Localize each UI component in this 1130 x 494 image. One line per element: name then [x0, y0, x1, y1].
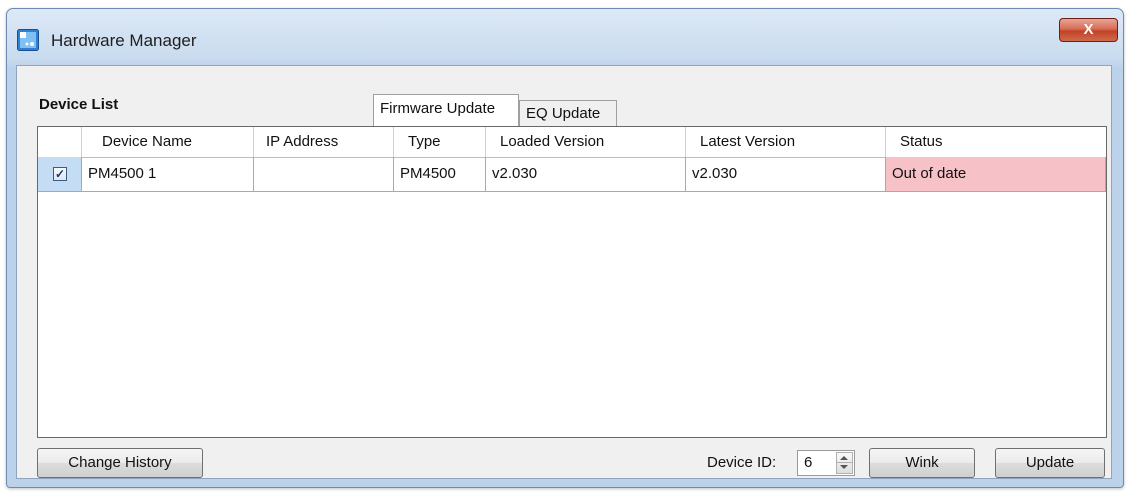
device-list-label: Device List: [39, 96, 119, 113]
table-header: Device Name IP Address Type Loaded Versi…: [38, 127, 1106, 158]
cell-type[interactable]: PM4500: [394, 157, 486, 191]
row-checkbox[interactable]: ✓: [53, 167, 67, 181]
spin-down-icon[interactable]: [840, 465, 848, 469]
device-id-label: Device ID:: [707, 454, 777, 471]
cell-loaded-version[interactable]: v2.030: [486, 157, 686, 191]
cell-status[interactable]: Out of date: [886, 157, 1106, 191]
column-header-status[interactable]: Status: [886, 127, 1106, 157]
column-header-loaded-version[interactable]: Loaded Version: [486, 127, 686, 157]
cell-device-name[interactable]: PM4500 1: [82, 157, 254, 191]
title-bar[interactable]: Hardware Manager X: [7, 9, 1123, 67]
change-history-button[interactable]: Change History: [37, 448, 203, 478]
device-id-value[interactable]: 6: [804, 454, 812, 471]
column-header-ip-address[interactable]: IP Address: [254, 127, 394, 157]
device-table[interactable]: Device Name IP Address Type Loaded Versi…: [37, 126, 1107, 438]
close-icon: X: [1083, 21, 1094, 38]
table-row[interactable]: ✓ PM4500 1 PM4500 v2.030 v2.030 Out of d…: [38, 157, 1106, 192]
column-header-latest-version[interactable]: Latest Version: [686, 127, 886, 157]
app-icon: [17, 29, 39, 51]
device-id-stepper[interactable]: 6: [797, 450, 855, 476]
close-button[interactable]: X: [1059, 18, 1118, 42]
row-select-cell[interactable]: ✓: [38, 157, 82, 191]
spinner-control[interactable]: [836, 452, 853, 474]
wink-button[interactable]: Wink: [869, 448, 975, 478]
column-header-device-name[interactable]: Device Name: [82, 127, 254, 157]
spin-up-icon[interactable]: [840, 456, 848, 460]
column-header-type[interactable]: Type: [394, 127, 486, 157]
client-area: Device List Firmware Update EQ Update De…: [16, 65, 1112, 479]
hardware-manager-window: Hardware Manager X Device List Firmware …: [6, 8, 1124, 488]
tab-firmware-update[interactable]: Firmware Update: [373, 94, 519, 128]
header-corner: [38, 127, 82, 157]
cell-latest-version[interactable]: v2.030: [686, 157, 886, 191]
update-button[interactable]: Update: [995, 448, 1105, 478]
window-title: Hardware Manager: [51, 31, 197, 50]
tab-eq-update[interactable]: EQ Update: [519, 100, 617, 128]
cell-ip-address[interactable]: [254, 157, 394, 191]
spinner-divider: [837, 462, 852, 463]
